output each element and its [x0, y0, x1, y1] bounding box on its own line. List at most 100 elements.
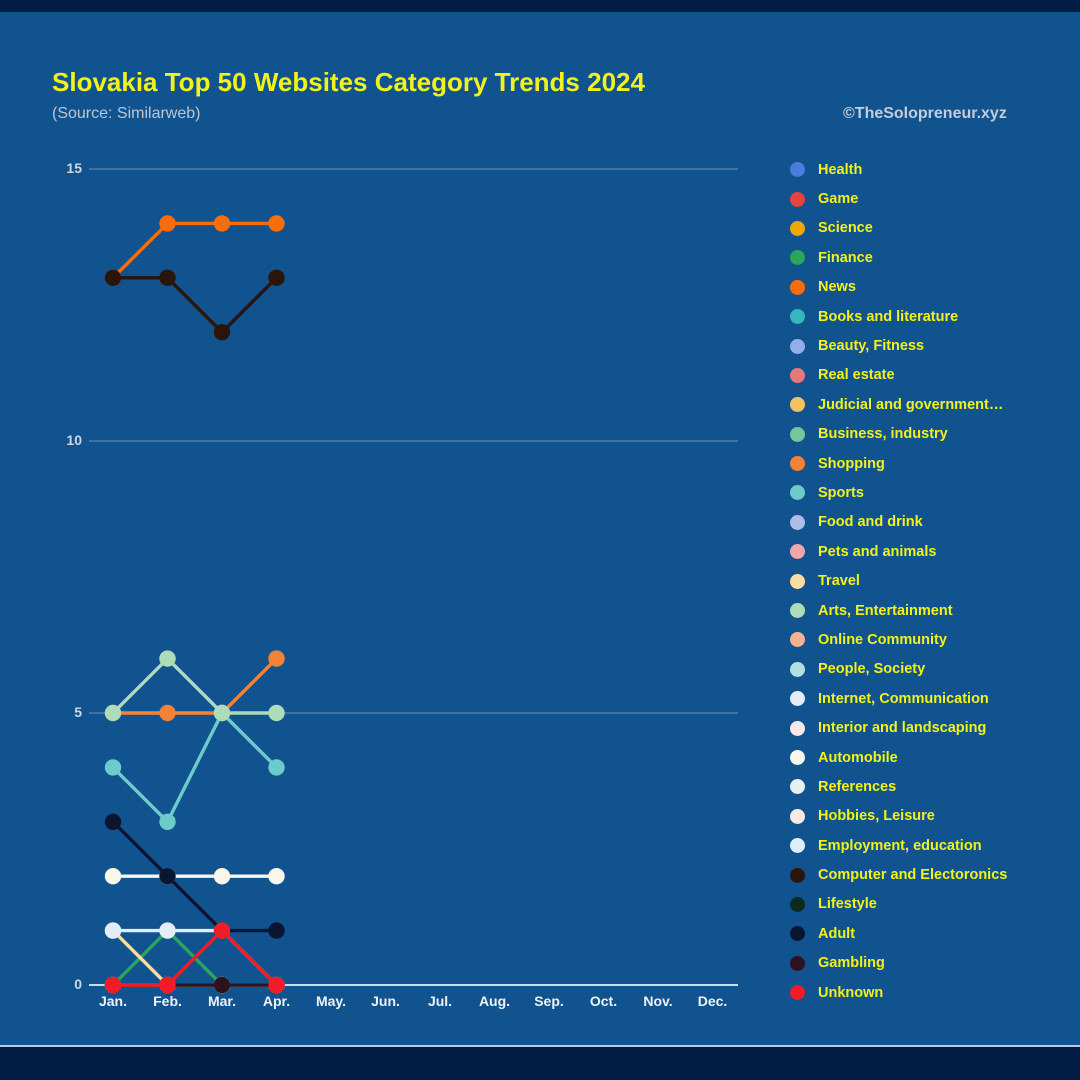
- y-tick-label: 10: [66, 432, 82, 448]
- data-point-marker: [213, 976, 231, 994]
- data-point-marker: [268, 759, 285, 776]
- data-point-marker: [159, 813, 176, 830]
- data-point-marker: [268, 976, 285, 994]
- legend-swatch-icon: [790, 309, 805, 325]
- data-point-marker: [159, 704, 176, 722]
- series-arts-entertainment: [104, 650, 285, 722]
- data-point-marker: [268, 215, 285, 232]
- series-sports: [104, 704, 285, 830]
- legend-swatch-icon: [790, 926, 805, 942]
- data-point-marker: [159, 269, 176, 286]
- legend-item-label: Adult: [818, 925, 856, 942]
- legend-item-label: Interior and landscaping: [818, 720, 987, 737]
- legend-item[interactable]: Books and literature: [790, 302, 1070, 331]
- legend-item[interactable]: Food and drink: [790, 508, 1070, 537]
- legend-item[interactable]: Business, industry: [790, 420, 1070, 449]
- legend-item[interactable]: Automobile: [790, 743, 1070, 772]
- legend-item[interactable]: Interior and landscaping: [790, 713, 1070, 742]
- legend-swatch-icon: [790, 456, 805, 472]
- legend-item-label: Pets and animals: [818, 543, 937, 560]
- legend-item[interactable]: People, Society: [790, 655, 1070, 684]
- legend-item[interactable]: Online Community: [790, 625, 1070, 654]
- legend-item-label: Health: [818, 161, 863, 178]
- legend-item[interactable]: Gambling: [790, 949, 1070, 978]
- legend-item[interactable]: References: [790, 772, 1070, 801]
- legend-swatch-icon: [790, 338, 805, 354]
- data-point-marker: [213, 922, 231, 939]
- legend-item[interactable]: Shopping: [790, 449, 1070, 478]
- legend-swatch-icon: [790, 808, 805, 824]
- data-point-marker: [268, 922, 285, 939]
- legend-item-label: People, Society: [818, 661, 926, 678]
- legend-swatch-icon: [790, 367, 805, 383]
- legend-swatch-icon: [790, 661, 805, 677]
- series-layer: [104, 215, 285, 994]
- series-line: [111, 276, 279, 334]
- data-point-marker: [104, 813, 122, 830]
- legend-swatch-icon: [790, 896, 805, 912]
- legend-swatch-icon: [790, 867, 805, 883]
- legend-item-label: News: [818, 279, 856, 296]
- series-automobile: [104, 868, 285, 885]
- legend-item[interactable]: Game: [790, 184, 1070, 213]
- data-point-marker: [104, 922, 122, 939]
- legend-item[interactable]: Finance: [790, 243, 1070, 272]
- series-news: [104, 215, 285, 286]
- data-point-marker: [104, 704, 122, 722]
- legend-swatch-icon: [790, 603, 805, 619]
- legend-item-label: Science: [818, 220, 873, 237]
- legend-item[interactable]: Sports: [790, 478, 1070, 507]
- legend-item[interactable]: Hobbies, Leisure: [790, 802, 1070, 831]
- legend-item-label: Travel: [818, 573, 860, 590]
- legend-item[interactable]: Pets and animals: [790, 537, 1070, 566]
- data-point-marker: [159, 922, 176, 939]
- legend-item[interactable]: Beauty, Fitness: [790, 331, 1070, 360]
- y-tick-label: 0: [74, 976, 82, 992]
- legend-item[interactable]: Real estate: [790, 361, 1070, 390]
- data-point-marker: [104, 868, 122, 885]
- legend-item[interactable]: Unknown: [790, 978, 1070, 1007]
- legend-item-label: Books and literature: [818, 308, 959, 325]
- legend-swatch-icon: [790, 720, 805, 736]
- chart-page: Slovakia Top 50 Websites Category Trends…: [0, 0, 1080, 1080]
- legend-item[interactable]: News: [790, 273, 1070, 302]
- legend-item-label: Computer and Electoronics: [818, 867, 1008, 884]
- legend-item[interactable]: Arts, Entertainment: [790, 596, 1070, 625]
- legend-swatch-icon: [790, 514, 805, 530]
- legend-item[interactable]: Employment, education: [790, 831, 1070, 860]
- legend-item-label: Food and drink: [818, 514, 923, 531]
- legend-swatch-icon: [790, 485, 805, 501]
- grid-lines: [89, 168, 738, 714]
- legend-item[interactable]: Science: [790, 214, 1070, 243]
- legend-item-label: Gambling: [818, 955, 885, 972]
- data-point-marker: [213, 215, 231, 232]
- legend-item[interactable]: Travel: [790, 566, 1070, 595]
- data-point-marker: [268, 704, 285, 722]
- legend-item[interactable]: Lifestyle: [790, 890, 1070, 919]
- legend-item[interactable]: Judicial and government…: [790, 390, 1070, 419]
- legend-swatch-icon: [790, 779, 805, 795]
- x-tick-label: Dec.: [697, 993, 728, 1009]
- legend-item[interactable]: Health: [790, 155, 1070, 184]
- legend-item-label: Online Community: [818, 631, 947, 648]
- legend-item-label: References: [818, 778, 897, 795]
- legend-swatch-icon: [790, 632, 805, 648]
- legend-swatch-icon: [790, 250, 805, 266]
- legend-item-label: Employment, education: [818, 837, 982, 854]
- legend-swatch-icon: [790, 573, 805, 589]
- legend-item-label: Arts, Entertainment: [818, 602, 953, 619]
- series-line: [111, 711, 279, 824]
- data-point-marker: [104, 976, 122, 994]
- legend-item-label: Sports: [818, 484, 864, 501]
- data-point-marker: [268, 868, 285, 885]
- legend-item[interactable]: Internet, Communication: [790, 684, 1070, 713]
- legend-item[interactable]: Adult: [790, 919, 1070, 948]
- legend-item-label: Internet, Communication: [818, 690, 989, 707]
- series-line: [111, 928, 279, 987]
- legend-swatch-icon: [790, 955, 805, 971]
- data-point-marker: [213, 868, 231, 885]
- data-point-marker: [159, 868, 176, 885]
- legend-swatch-icon: [790, 691, 805, 707]
- legend-item[interactable]: Computer and Electoronics: [790, 860, 1070, 889]
- legend-swatch-icon: [790, 279, 805, 295]
